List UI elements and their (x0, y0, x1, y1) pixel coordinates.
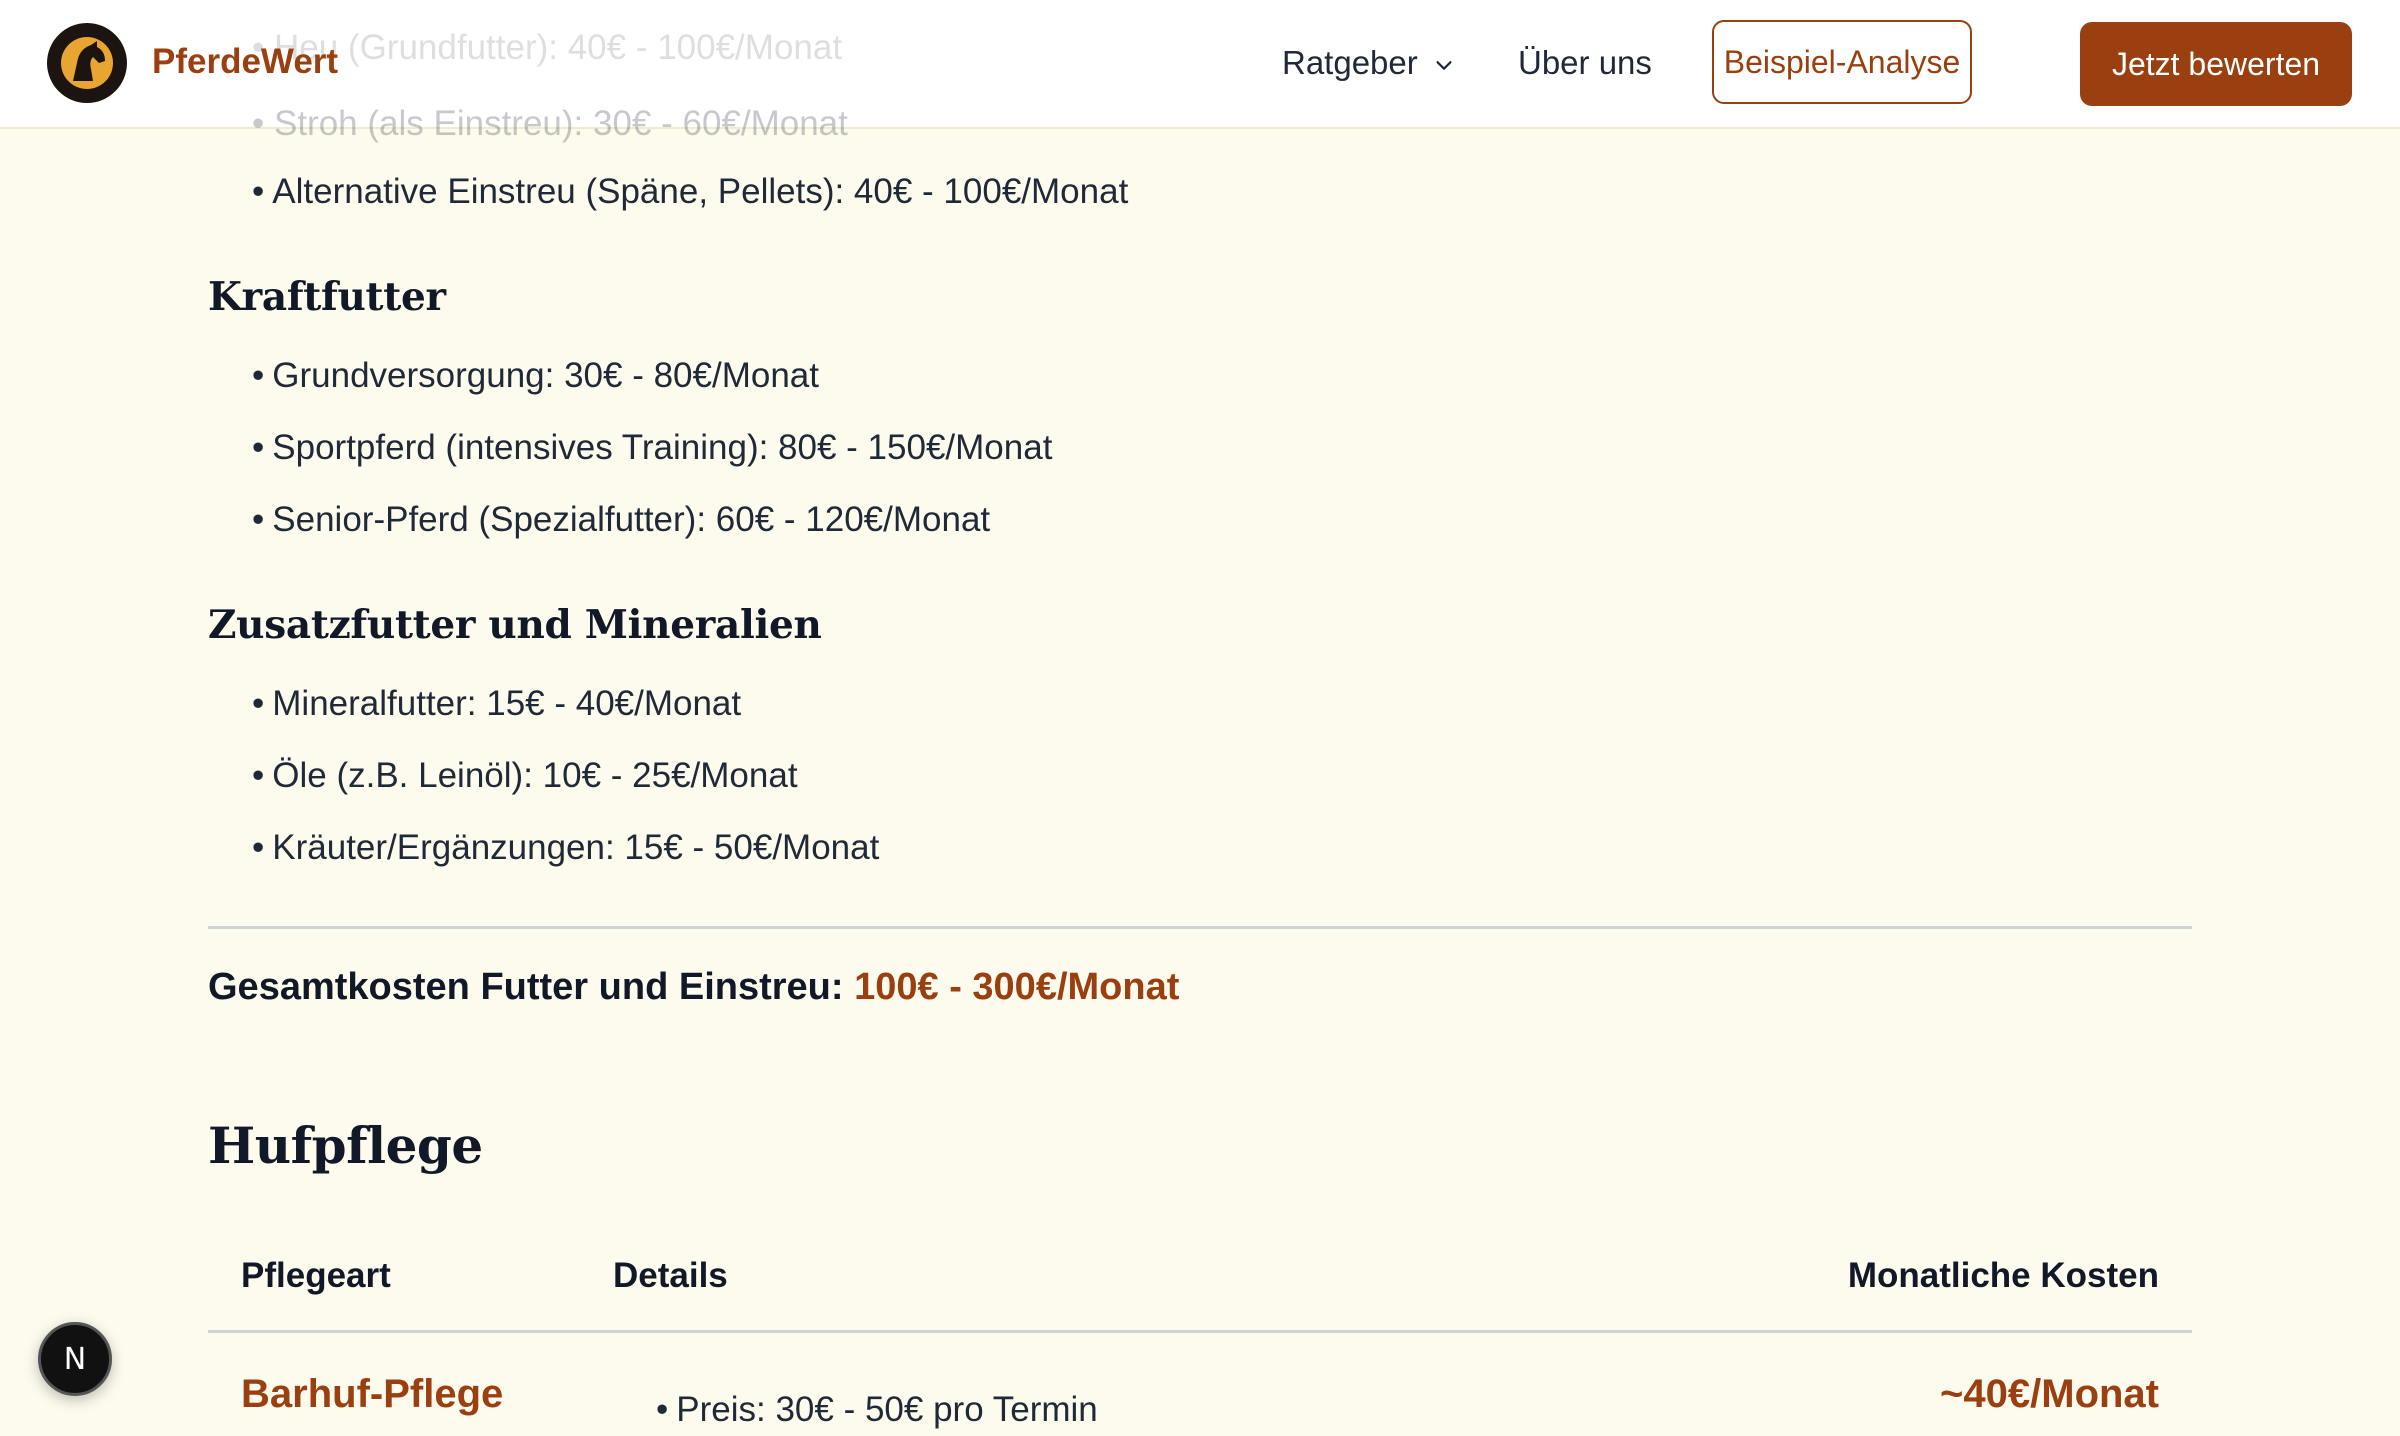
row-monthly-cost: ~40€/Monat (1940, 1372, 2159, 1416)
divider (208, 926, 2192, 929)
dev-tools-badge[interactable]: N (38, 1322, 112, 1396)
list-item: • Kräuter/Ergänzungen: 15€ - 50€/Monat (252, 828, 880, 867)
evaluate-now-button[interactable]: Jetzt bewerten (2080, 22, 2352, 106)
section-heading-kraftfutter: Kraftfutter (208, 274, 446, 320)
list-item: • Mineralfutter: 15€ - 40€/Monat (252, 684, 742, 723)
total-value: 100€ - 300€/Monat (854, 966, 1180, 1008)
scrolled-text: • Heu (Grundfutter): 40€ - 100€/Monat (252, 28, 843, 67)
example-analysis-button[interactable]: Beispiel-Analyse (1712, 20, 1972, 104)
nav-ratgeber[interactable]: Ratgeber (1282, 44, 1455, 82)
list-item: • Alternative Einstreu (Späne, Pellets): … (252, 172, 1129, 211)
table-header-divider (208, 1330, 2192, 1333)
list-item: • Öle (z.B. Leinöl): 10€ - 25€/Monat (252, 756, 798, 795)
column-header-monthly: Monatliche Kosten (1847, 1256, 2159, 1295)
site-header: • Heu (Grundfutter): 40€ - 100€/Monat • … (0, 0, 2400, 143)
list-item: • Grundversorgung: 30€ - 80€/Monat (252, 356, 819, 395)
total-costs: Gesamtkosten Futter und Einstreu: 100€ -… (208, 966, 1179, 1009)
nav-ueber-uns[interactable]: Über uns (1518, 44, 1652, 82)
chevron-down-icon (1436, 61, 1452, 71)
column-header-pflegeart: Pflegeart (241, 1256, 391, 1295)
list-item: • Senior-Pferd (Spezialfutter): 60€ - 120… (252, 500, 991, 539)
column-header-details: Details (613, 1256, 728, 1295)
list-item: • Sportpferd (intensives Training): 80€ -… (252, 428, 1053, 467)
scrolled-text: • Stroh (als Einstreu): 30€ - 60€/Monat (252, 104, 848, 143)
row-detail: • Preis: 30€ - 50€ pro Termin (656, 1390, 1098, 1429)
brand-name[interactable]: PferdeWert (152, 42, 338, 82)
total-label: Gesamtkosten Futter und Einstreu: (208, 966, 844, 1008)
row-type: Barhuf-Pflege (241, 1372, 504, 1416)
horse-logo-icon[interactable] (47, 23, 127, 103)
section-heading-zusatzfutter: Zusatzfutter und Mineralien (208, 602, 822, 648)
section-heading-hufpflege: Hufpflege (208, 1116, 483, 1175)
